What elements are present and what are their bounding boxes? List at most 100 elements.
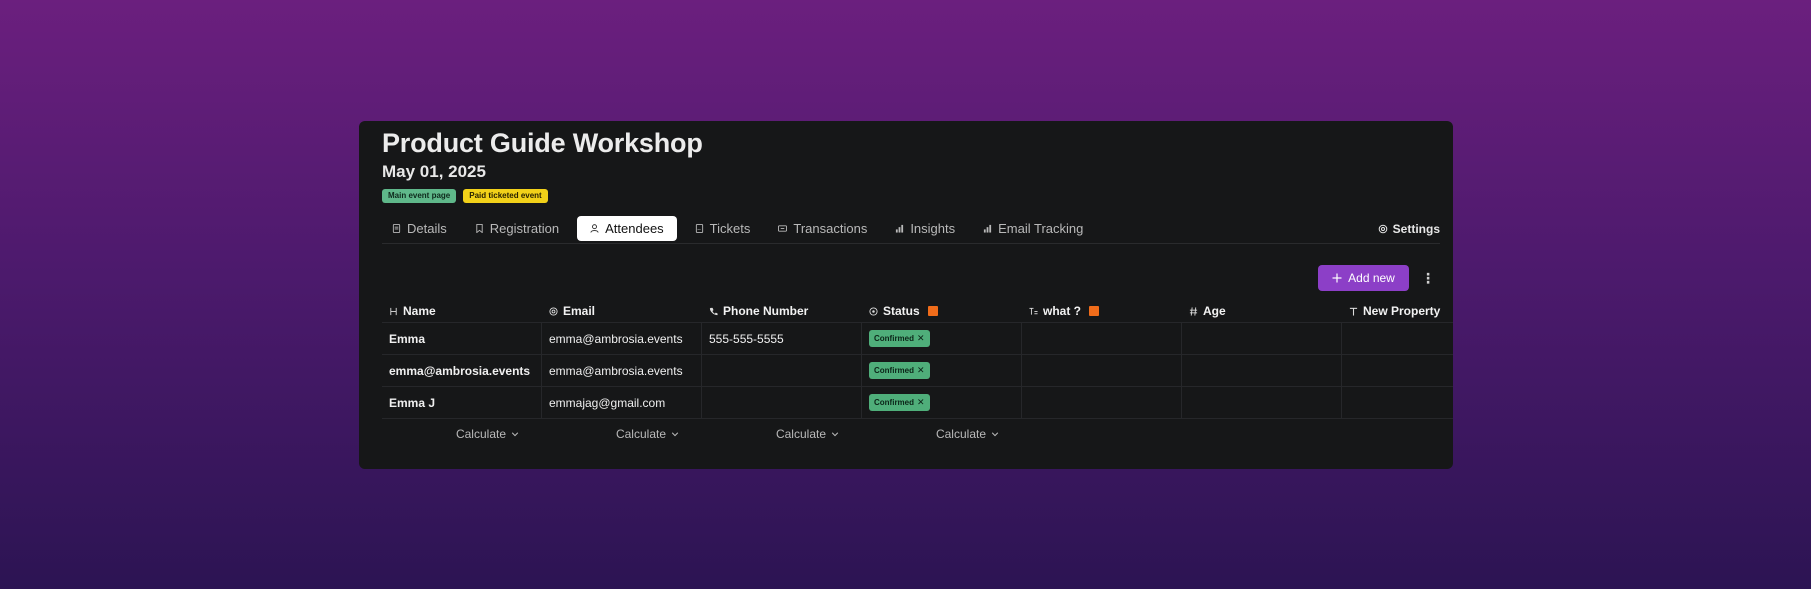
remove-icon[interactable]: ✕ <box>917 365 925 376</box>
table-header-row: Name Email Phone Number Status what ? Ag… <box>382 300 1453 323</box>
column-label: Status <box>883 304 920 318</box>
tab-tickets[interactable]: Tickets <box>685 216 761 241</box>
status-cell[interactable]: Confirmed ✕ <box>862 323 1022 354</box>
column-label: Email <box>563 304 596 318</box>
calculate-label: Calculate <box>935 427 986 441</box>
tab-email-tracking[interactable]: Email Tracking <box>973 216 1093 241</box>
status-label: Confirmed <box>874 366 914 375</box>
calculate-email[interactable]: Calculate <box>542 427 702 441</box>
age-cell[interactable] <box>1182 355 1342 386</box>
column-header-what[interactable]: what ? <box>1022 300 1182 322</box>
warning-indicator <box>1089 306 1099 316</box>
add-new-label: Add new <box>1348 271 1395 285</box>
tab-label: Transactions <box>793 220 868 236</box>
card-icon <box>778 224 788 232</box>
tab-label: Insights <box>910 220 956 236</box>
calculate-phone[interactable]: Calculate <box>702 427 862 441</box>
tab-label: Attendees <box>605 220 664 236</box>
column-header-age[interactable]: Age <box>1182 300 1342 322</box>
circle-check-icon <box>869 306 878 316</box>
status-cell[interactable]: Confirmed ✕ <box>862 355 1022 386</box>
status-label: Confirmed <box>874 398 914 407</box>
page-title: Product Guide Workshop <box>382 128 703 158</box>
age-cell[interactable] <box>1182 323 1342 354</box>
column-header-new-property[interactable]: New Property <box>1342 300 1453 322</box>
name-cell[interactable]: emma@ambrosia.events <box>382 355 542 386</box>
calculate-label: Calculate <box>455 427 506 441</box>
more-options-button[interactable]: ⋮ <box>1421 269 1435 287</box>
event-panel: Product Guide Workshop May 01, 2025 Main… <box>359 121 1453 469</box>
status-badge[interactable]: Confirmed ✕ <box>869 394 930 411</box>
settings-label: Settings <box>1392 221 1440 236</box>
what-cell[interactable] <box>1022 355 1182 386</box>
email-cell[interactable]: emma@ambrosia.events <box>542 355 702 386</box>
chevron-down-icon <box>831 432 839 437</box>
settings-button[interactable]: Settings <box>1378 213 1440 244</box>
document-icon <box>392 223 401 233</box>
what-cell[interactable] <box>1022 387 1182 418</box>
person-icon <box>590 223 599 233</box>
status-cell[interactable]: Confirmed ✕ <box>862 387 1022 418</box>
email-cell[interactable]: emma@ambrosia.events <box>542 323 702 354</box>
bookmark-icon <box>476 223 483 233</box>
bar-chart-icon <box>984 224 992 233</box>
phone-cell[interactable] <box>702 387 862 418</box>
text-icon <box>1349 307 1358 316</box>
column-label: Age <box>1203 304 1226 318</box>
tab-transactions[interactable]: Transactions <box>768 216 877 241</box>
status-badge[interactable]: Confirmed ✕ <box>869 362 930 379</box>
name-cell[interactable]: Emma <box>382 323 542 354</box>
calculate-label: Calculate <box>775 427 826 441</box>
column-header-status[interactable]: Status <box>862 300 1022 322</box>
tab-registration[interactable]: Registration <box>465 216 569 241</box>
column-header-name[interactable]: Name <box>382 300 542 322</box>
new-property-cell[interactable] <box>1342 355 1453 386</box>
hash-icon <box>1189 306 1198 316</box>
tab-attendees[interactable]: Attendees <box>577 215 677 241</box>
badge-group: Main event page Paid ticketed event <box>382 189 548 203</box>
table-row[interactable]: emma@ambrosia.events emma@ambrosia.event… <box>382 355 1453 387</box>
tab-insights[interactable]: Insights <box>885 216 965 241</box>
phone-cell[interactable]: 555-555-5555 <box>702 323 862 354</box>
main-event-badge: Main event page <box>382 189 457 203</box>
calculate-status[interactable]: Calculate <box>862 427 1022 441</box>
what-cell[interactable] <box>1022 323 1182 354</box>
age-cell[interactable] <box>1182 387 1342 418</box>
tab-label: Details <box>407 220 447 236</box>
bar-chart-icon <box>896 224 904 233</box>
column-header-email[interactable]: Email <box>542 300 702 322</box>
table-row[interactable]: Emma emma@ambrosia.events 555-555-5555 C… <box>382 323 1453 355</box>
table-row[interactable]: Emma J emmajag@gmail.com Confirmed ✕ <box>382 387 1453 419</box>
calculate-row: Calculate Calculate Calculate Calculate <box>382 419 1453 449</box>
phone-icon <box>709 307 718 315</box>
warning-indicator <box>927 306 938 316</box>
new-property-cell[interactable] <box>1342 387 1453 418</box>
status-badge[interactable]: Confirmed ✕ <box>869 330 930 347</box>
chevron-down-icon <box>511 432 519 437</box>
text-format-icon <box>1029 307 1038 315</box>
remove-icon[interactable]: ✕ <box>917 333 925 344</box>
event-date: May 01, 2025 <box>382 162 486 181</box>
column-label: New Property <box>1363 304 1441 318</box>
tab-details[interactable]: Details <box>382 216 457 241</box>
column-label: what ? <box>1043 304 1081 318</box>
ticket-icon <box>695 223 703 233</box>
column-label: Phone Number <box>723 304 809 318</box>
paid-event-badge: Paid ticketed event <box>463 189 548 203</box>
attendees-table: Name Email Phone Number Status what ? Ag… <box>382 300 1453 449</box>
calculate-label: Calculate <box>615 427 666 441</box>
name-cell[interactable]: Emma J <box>382 387 542 418</box>
email-cell[interactable]: emmajag@gmail.com <box>542 387 702 418</box>
phone-cell[interactable] <box>702 355 862 386</box>
remove-icon[interactable]: ✕ <box>917 397 925 408</box>
tab-label: Registration <box>489 220 560 236</box>
gear-icon <box>1378 224 1387 233</box>
calculate-name[interactable]: Calculate <box>382 427 542 441</box>
new-property-cell[interactable] <box>1342 323 1453 354</box>
column-header-phone[interactable]: Phone Number <box>702 300 862 322</box>
tab-label: Email Tracking <box>998 220 1084 236</box>
chevron-down-icon <box>671 432 679 437</box>
add-new-button[interactable]: Add new <box>1318 265 1409 291</box>
chevron-down-icon <box>991 432 999 437</box>
heading-icon <box>390 307 397 315</box>
